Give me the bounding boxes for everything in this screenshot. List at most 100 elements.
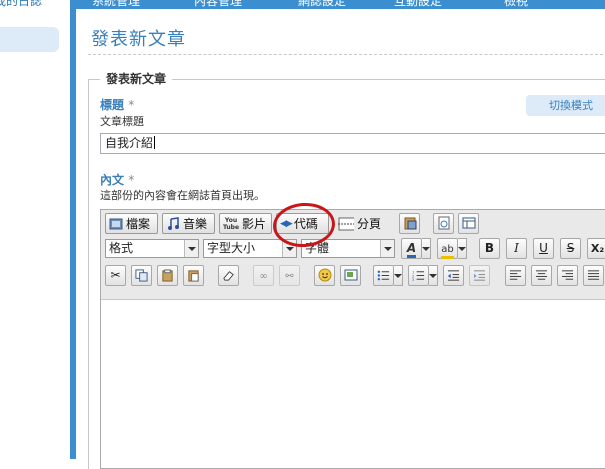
title-required-mark: *	[128, 98, 135, 112]
preview-icon	[438, 216, 449, 230]
switch-mode-button[interactable]: 切換模式	[526, 95, 605, 116]
highlight-color-icon: ab	[441, 244, 454, 259]
page-title: 發表新文章	[91, 29, 186, 50]
youtube-logo-icon: You Tube	[222, 216, 240, 231]
video-button[interactable]: You Tube 影片	[219, 213, 272, 234]
text-color-icon: A	[406, 242, 417, 258]
font-family-select[interactable]: 字體	[301, 239, 395, 258]
top-nav-item-1[interactable]: 系統管理	[92, 0, 140, 9]
top-nav-item-5[interactable]: 檢視	[504, 0, 528, 9]
paste-text-icon	[188, 270, 199, 282]
image-icon	[344, 269, 357, 281]
eraser-icon	[223, 271, 234, 281]
file-button-label: 檔案	[126, 217, 151, 231]
top-navigation: 系統管理 內容管理 網誌設定 互動設定 檢視	[76, 0, 605, 9]
highlight-color-button[interactable]: ab	[437, 238, 458, 259]
title-input-value: 自我介紹	[105, 136, 154, 150]
content-required-mark: *	[128, 173, 135, 187]
unlink-button[interactable]: ⚯	[279, 265, 300, 286]
paste-plain-button[interactable]	[399, 213, 420, 234]
pagebreak-button[interactable]: 分頁	[333, 213, 386, 234]
emoticon-button[interactable]	[314, 265, 335, 286]
text-color-dropdown[interactable]	[422, 238, 431, 259]
file-icon	[109, 218, 123, 229]
title-label: 標題 *	[100, 96, 134, 113]
music-button[interactable]: 音樂	[162, 213, 215, 234]
content-label: 內文 *	[100, 171, 134, 188]
paste-icon	[162, 269, 173, 282]
clipboard-icon	[404, 217, 416, 230]
format-select[interactable]: 格式	[105, 239, 199, 258]
video-button-label: 影片	[242, 217, 267, 231]
link-button[interactable]: ∞	[253, 265, 274, 286]
align-right-icon	[561, 270, 574, 280]
align-justify-icon	[587, 270, 600, 280]
font-size-select[interactable]: 字型大小	[203, 239, 297, 258]
numbered-list-dropdown[interactable]	[429, 265, 438, 286]
code-button-label: 代碼	[293, 217, 318, 231]
left-sidebar: 我的日誌	[0, 0, 70, 459]
link-icon: ∞	[259, 271, 268, 282]
editor-content-area[interactable]	[101, 301, 605, 468]
text-color-button[interactable]: A	[401, 238, 422, 259]
top-nav-item-3[interactable]: 網誌設定	[298, 0, 346, 9]
title-description: 文章標題	[100, 115, 144, 128]
code-button[interactable]: ◀▶ 代碼	[276, 213, 329, 234]
indent-button[interactable]	[469, 265, 490, 286]
editor-toolbar: 檔案 音樂 You Tube 影片 ◀▶ 代碼 分頁 格式 字型大小 字體 A …	[101, 210, 605, 300]
preview-button[interactable]	[433, 213, 454, 234]
sidebar-top-link[interactable]: 我的日誌	[0, 0, 42, 9]
title-label-text: 標題	[100, 98, 125, 112]
fieldset-legend: 發表新文章	[100, 70, 173, 87]
font-size-select-value: 字型大小	[207, 241, 256, 255]
font-family-select-value: 字體	[305, 241, 330, 255]
title-divider	[88, 54, 605, 55]
templates-button[interactable]	[458, 213, 479, 234]
file-button[interactable]: 檔案	[105, 213, 158, 234]
insert-image-button[interactable]	[340, 265, 361, 286]
outdent-icon	[447, 270, 460, 281]
content-description: 這部份的內容會在網誌首頁出現。	[100, 189, 265, 202]
sidebar-selected-item[interactable]	[0, 27, 59, 52]
chevron-down-icon	[184, 240, 198, 257]
align-justify-button[interactable]	[583, 265, 604, 286]
align-left-button[interactable]	[505, 265, 526, 286]
align-left-icon	[509, 270, 522, 280]
content-label-text: 內文	[100, 173, 125, 187]
outdent-button[interactable]	[443, 265, 464, 286]
highlight-color-dropdown[interactable]	[458, 238, 467, 259]
cut-button[interactable]: ✂	[105, 265, 126, 286]
align-center-button[interactable]	[531, 265, 552, 286]
pagebreak-button-label: 分頁	[357, 217, 382, 231]
align-right-button[interactable]	[557, 265, 578, 286]
top-nav-item-2[interactable]: 內容管理	[194, 0, 242, 9]
bold-button[interactable]: B	[479, 238, 500, 259]
rich-text-editor: 檔案 音樂 You Tube 影片 ◀▶ 代碼 分頁 格式 字型大小 字體 A …	[100, 209, 605, 469]
top-nav-item-4[interactable]: 互動設定	[394, 0, 442, 9]
bulleted-list-button[interactable]	[373, 265, 394, 286]
indent-icon	[473, 270, 486, 281]
strikethrough-button[interactable]: S	[560, 238, 581, 259]
title-input[interactable]: 自我介紹	[100, 133, 605, 154]
template-icon	[462, 217, 475, 229]
format-select-value: 格式	[109, 241, 134, 255]
bulleted-list-dropdown[interactable]	[394, 265, 403, 286]
copy-button[interactable]	[131, 265, 152, 286]
italic-button[interactable]: I	[506, 238, 527, 259]
text-cursor	[154, 136, 156, 149]
numbered-list-icon: 123	[412, 271, 425, 282]
remove-format-button[interactable]	[218, 265, 239, 286]
music-note-icon	[168, 216, 179, 230]
paste-text-button[interactable]	[183, 265, 204, 286]
paste-button[interactable]	[157, 265, 178, 286]
music-button-label: 音樂	[183, 217, 208, 231]
bulleted-list-icon	[377, 270, 390, 281]
svg-text:3: 3	[412, 278, 415, 282]
copy-icon	[135, 269, 148, 282]
numbered-list-button[interactable]: 123	[408, 265, 429, 286]
unlink-icon: ⚯	[285, 271, 294, 282]
subscript-button[interactable]: X₂	[587, 238, 605, 259]
underline-button[interactable]: U	[533, 238, 554, 259]
fieldset-border-left	[88, 79, 89, 469]
code-brackets-icon: ◀▶	[280, 218, 293, 229]
